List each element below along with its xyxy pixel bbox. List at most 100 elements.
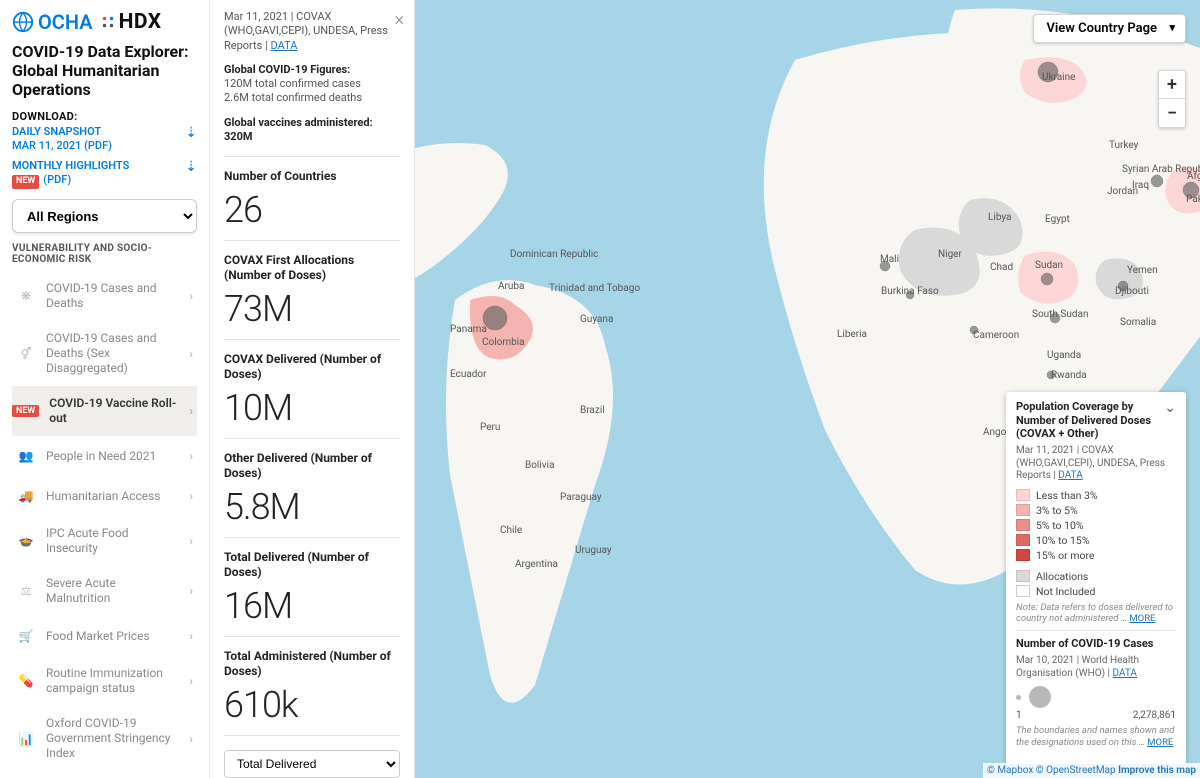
sidebar-item-cases[interactable]: ❋COVID-19 Cases and Deaths› xyxy=(12,271,197,321)
view-country-page-button[interactable]: View Country Page xyxy=(1033,14,1186,43)
stats-metric-select[interactable]: Total Delivered xyxy=(224,750,400,778)
sidebar-item-label: Humanitarian Access xyxy=(46,489,179,504)
stat-label: Total Delivered (Number of Doses) xyxy=(224,550,400,580)
download-monthly[interactable]: MONTHLY HIGHLIGHTS NEW(PDF) ⇣ xyxy=(12,159,197,189)
swatch-label: 15% or more xyxy=(1036,549,1094,562)
swatch xyxy=(1016,504,1030,516)
zoom-in-button[interactable]: + xyxy=(1159,71,1185,99)
chevron-right-icon: › xyxy=(189,584,193,598)
stat-block: Number of Countries26 xyxy=(224,156,400,241)
stat-value: 5.8M xyxy=(224,489,400,525)
swatch-not-included xyxy=(1016,585,1030,597)
download-heading: DOWNLOAD: xyxy=(12,110,197,123)
stat-label: Total Administered (Number of Doses) xyxy=(224,649,400,679)
oxford-icon: 📊 xyxy=(16,729,36,749)
global-deaths: 2.6M total confirmed deaths xyxy=(224,91,400,105)
sidebar-item-ipc[interactable]: 🍲IPC Acute Food Insecurity› xyxy=(12,516,197,566)
legend-data-link[interactable]: DATA xyxy=(1058,470,1082,481)
zoom-control: + − xyxy=(1158,70,1186,128)
legend-swatch-row: Less than 3% xyxy=(1016,489,1176,502)
logos: OCHA HDX xyxy=(12,10,197,34)
page-title: COVID-19 Data Explorer: Global Humanitar… xyxy=(12,42,197,100)
legend-disclaimer: The boundaries and names shown and the d… xyxy=(1016,725,1176,748)
country-label: Cameroon xyxy=(973,330,1019,341)
access-icon: 🚚 xyxy=(16,486,36,506)
download-daily[interactable]: DAILY SNAPSHOT MAR 11, 2021 (PDF) ⇣ xyxy=(12,125,197,154)
legend-cases-meta: Mar 10, 2021 | World Health Organisation… xyxy=(1016,655,1176,680)
chevron-down-icon[interactable]: ⌄ xyxy=(1164,400,1176,416)
country-label: Niger xyxy=(938,249,962,260)
nav-list: ❋COVID-19 Cases and Deaths›⚥COVID-19 Cas… xyxy=(12,271,197,771)
legend-disclaimer-more-link[interactable]: MORE xyxy=(1147,737,1173,748)
country-label: Burkina Faso xyxy=(881,286,939,297)
sidebar-item-food-prices[interactable]: 🛒Food Market Prices› xyxy=(12,616,197,656)
download-icon: ⇣ xyxy=(185,125,197,141)
case-marker[interactable] xyxy=(1041,273,1053,285)
stat-block: Total Administered (Number of Doses)610k xyxy=(224,649,400,736)
chevron-right-icon: › xyxy=(189,289,193,303)
map-area[interactable]: Dominican RepublicArubaTrinidad and Toba… xyxy=(415,0,1200,778)
country-label: Peru xyxy=(480,422,500,433)
ipc-icon: 🍲 xyxy=(16,531,36,551)
stats-data-link[interactable]: DATA xyxy=(270,39,297,52)
stats-source: Mar 11, 2021 | COVAX (WHO,GAVI,CEPI), UN… xyxy=(224,10,388,52)
ocha-logo[interactable]: OCHA xyxy=(12,10,93,34)
left-sidebar: OCHA HDX COVID-19 Data Explorer: Global … xyxy=(0,0,210,778)
country-label: Guyana xyxy=(580,314,613,325)
country-label: Colombia xyxy=(482,337,525,348)
country-label: Trinidad and Tobago xyxy=(549,283,640,294)
stat-block: COVAX Delivered (Number of Doses)10M xyxy=(224,352,400,439)
sidebar-item-oxford[interactable]: 📊Oxford COVID-19 Government Stringency I… xyxy=(12,706,197,771)
sidebar-item-label: Severe Acute Malnutrition xyxy=(46,576,179,606)
country-label: Argentina xyxy=(515,559,558,570)
global-heading: Global COVID-19 Figures: xyxy=(224,63,400,77)
global-cases: 120M total confirmed cases xyxy=(224,77,400,91)
swatch-label: 5% to 10% xyxy=(1036,519,1084,532)
osm-link[interactable]: © OpenStreetMap xyxy=(1036,765,1116,776)
country-label: Bolivia xyxy=(525,460,555,471)
region-select[interactable]: All Regions xyxy=(12,199,197,233)
legend-swatch-row: 15% or more xyxy=(1016,549,1176,562)
swatch-label: Less than 3% xyxy=(1036,489,1098,502)
immunization-icon: 💊 xyxy=(16,671,36,691)
country-label: Liberia xyxy=(837,329,867,340)
legend-cases-data-link[interactable]: DATA xyxy=(1112,668,1136,679)
legend-swatch-row: 3% to 5% xyxy=(1016,504,1176,517)
stat-label: Number of Countries xyxy=(224,169,400,184)
swatch-label: 10% to 15% xyxy=(1036,534,1090,547)
sidebar-item-sam[interactable]: ⚖Severe Acute Malnutrition› xyxy=(12,566,197,616)
legend-range-low: 1 xyxy=(1016,710,1022,721)
legend-note: Note: Data refers to doses delivered to … xyxy=(1016,602,1176,625)
download-icon: ⇣ xyxy=(185,159,197,175)
legend-more-link[interactable]: MORE xyxy=(1129,613,1155,624)
sidebar-item-access[interactable]: 🚚Humanitarian Access› xyxy=(12,476,197,516)
country-label: Turkey xyxy=(1109,140,1139,151)
legend-circles xyxy=(1016,686,1176,708)
swatch xyxy=(1016,519,1030,531)
map-legend: Population Coverage by Number of Deliver… xyxy=(1006,392,1186,764)
country-label: Djibouti xyxy=(1115,286,1149,297)
hdx-logo[interactable]: HDX xyxy=(101,10,162,34)
chevron-right-icon: › xyxy=(189,449,193,463)
stat-value: 10M xyxy=(224,390,400,426)
legend-cases-title: Number of COVID-19 Cases xyxy=(1016,637,1176,651)
country-label: Ukraine xyxy=(1042,72,1075,83)
nav-section-heading: VULNERABILITY AND SOCIO-ECONOMIC RISK xyxy=(12,243,197,265)
country-label: Libya xyxy=(988,212,1011,223)
sidebar-item-pin[interactable]: 👥People in Need 2021› xyxy=(12,436,197,476)
swatch xyxy=(1016,534,1030,546)
new-badge: NEW xyxy=(12,405,39,417)
legend-title: Population Coverage by Number of Deliver… xyxy=(1016,400,1164,441)
legend-meta: Mar 11, 2021 | COVAX (WHO,GAVI,CEPI), UN… xyxy=(1016,445,1176,483)
sidebar-item-vaccine[interactable]: NEWCOVID-19 Vaccine Roll-out› xyxy=(12,386,197,436)
case-marker[interactable] xyxy=(1151,175,1163,187)
download-daily-text: DAILY SNAPSHOT MAR 11, 2021 (PDF) xyxy=(12,125,112,154)
country-label: Jordan xyxy=(1107,186,1138,197)
mapbox-link[interactable]: © Mapbox xyxy=(987,765,1033,776)
zoom-out-button[interactable]: − xyxy=(1159,99,1185,127)
improve-map-link[interactable]: Improve this map xyxy=(1118,765,1196,776)
country-label: Chile xyxy=(500,525,522,536)
sidebar-item-cases-sex[interactable]: ⚥COVID-19 Cases and Deaths (Sex Disaggre… xyxy=(12,321,197,386)
close-icon[interactable]: × xyxy=(395,8,404,31)
sidebar-item-immunization[interactable]: 💊Routine Immunization campaign status› xyxy=(12,656,197,706)
